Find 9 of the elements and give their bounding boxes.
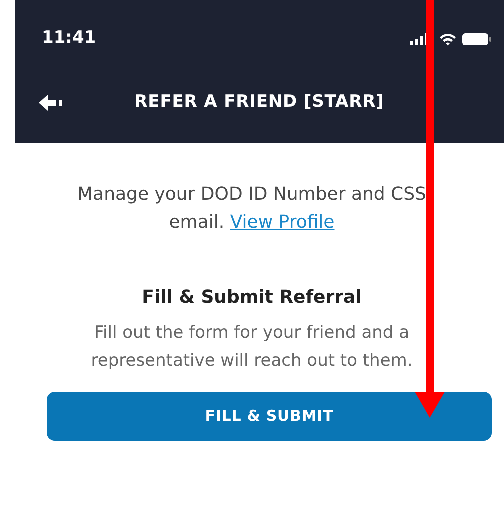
section-description: Fill out the form for your friend and a representative will reach out to them.	[90, 322, 414, 373]
wifi-icon	[439, 32, 457, 46]
back-arrow-icon[interactable]	[39, 95, 63, 111]
screen-title: REFER A FRIEND [STARR]	[134, 91, 384, 114]
view-profile-link[interactable]: View Profile	[230, 212, 335, 233]
battery-icon	[462, 32, 492, 46]
section-heading: Fill & Submit Referral	[142, 286, 362, 310]
status-time: 11:41	[42, 27, 96, 50]
fill-submit-button[interactable]: FILL & SUBMIT	[47, 392, 492, 441]
